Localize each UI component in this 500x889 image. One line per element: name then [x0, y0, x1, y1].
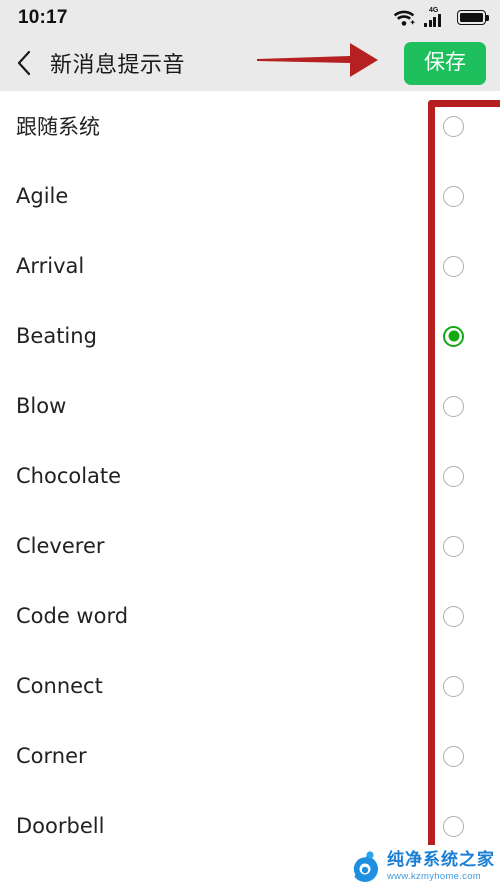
list-item[interactable]: Code word — [0, 581, 500, 651]
list-item[interactable]: Agile — [0, 161, 500, 231]
list-item[interactable]: Blow — [0, 371, 500, 441]
list-item-label: Corner — [16, 744, 87, 768]
radio-button[interactable] — [443, 535, 464, 557]
list-item[interactable]: Chocolate — [0, 441, 500, 511]
list-item-label: 跟随系统 — [16, 115, 100, 139]
list-item[interactable]: 跟随系统 — [0, 91, 500, 161]
radio-button[interactable] — [443, 815, 464, 837]
watermark: 纯净系统之家 www.kzmyhome.com — [340, 845, 500, 889]
page-title: 新消息提示音 — [50, 53, 186, 78]
status-icon-group: 4G — [393, 7, 489, 27]
app-bar: 新消息提示音 保存 — [0, 35, 500, 91]
list-item-label: Connect — [16, 674, 103, 698]
list-item[interactable]: Arrival — [0, 231, 500, 301]
ringtone-list[interactable]: 跟随系统 Agile Arrival Beating Blow Chocolate Clev… — [0, 91, 500, 889]
list-item-label: Cleverer — [16, 534, 105, 558]
list-item[interactable]: Cleverer — [0, 511, 500, 581]
list-item[interactable]: Connect — [0, 651, 500, 721]
save-button[interactable]: 保存 — [404, 41, 486, 85]
back-button[interactable] — [16, 45, 46, 81]
radio-button-selected[interactable] — [443, 325, 464, 347]
list-item[interactable]: Beating — [0, 301, 500, 371]
status-time: 10:17 — [18, 6, 68, 28]
signal-network-label: 4G — [429, 7, 439, 14]
radio-button[interactable] — [443, 605, 464, 627]
radio-button[interactable] — [443, 465, 464, 487]
list-item[interactable]: Corner — [0, 721, 500, 791]
watermark-logo-icon — [348, 850, 382, 884]
signal-icon: 4G — [424, 7, 448, 27]
radio-button[interactable] — [443, 185, 464, 207]
signal-bars — [424, 14, 441, 27]
radio-button[interactable] — [443, 675, 464, 697]
watermark-url: www.kzmyhome.com — [387, 871, 482, 883]
radio-button[interactable] — [443, 395, 464, 417]
status-bar: 10:17 4G — [0, 0, 500, 35]
watermark-text: 纯净系统之家 www.kzmyhome.com — [387, 852, 495, 882]
list-item-label: Doorbell — [16, 814, 105, 838]
list-item-label: Agile — [16, 184, 69, 208]
list-item-label: Code word — [16, 604, 129, 628]
battery-icon — [457, 10, 489, 25]
battery-fill — [459, 12, 484, 23]
list-item-label: Chocolate — [16, 464, 122, 488]
list-item-label: Beating — [16, 324, 97, 348]
radio-button[interactable] — [443, 115, 464, 137]
wifi-icon — [393, 9, 415, 27]
radio-button[interactable] — [443, 745, 464, 767]
back-chevron-icon — [16, 50, 32, 76]
list-item-label: Blow — [16, 394, 67, 418]
watermark-name: 纯净系统之家 — [387, 850, 495, 871]
radio-button[interactable] — [443, 255, 464, 277]
list-item-label: Arrival — [16, 254, 85, 278]
